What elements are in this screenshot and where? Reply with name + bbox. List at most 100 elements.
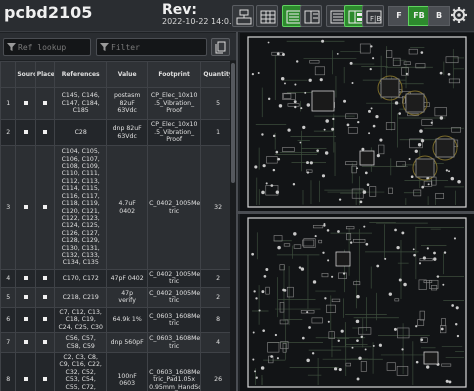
- scrollbar-thumb[interactable]: [231, 63, 235, 183]
- svg-text:F|B: F|B: [370, 15, 381, 23]
- back-layer-button[interactable]: [300, 5, 322, 27]
- footprint-cell: CP_Elec_10x10 .5_Vibration_ Proof: [147, 119, 202, 146]
- sourced-checkbox[interactable]: [15, 332, 36, 354]
- value-cell: postasm 82uF 63Vdc: [106, 87, 149, 120]
- references-cell: C56, C57, C58, C59: [54, 332, 108, 354]
- placed-checkbox[interactable]: [34, 332, 56, 354]
- checkbox[interactable]: [23, 101, 28, 105]
- row-index: 2: [0, 119, 17, 146]
- table-row[interactable]: 6 C7, C12, C13, C18, C19, C24, C25, C30 64…: [0, 306, 236, 334]
- back-layer-icon: [304, 10, 320, 24]
- checkbox[interactable]: [42, 340, 47, 345]
- checkbox[interactable]: [42, 317, 47, 322]
- page-title: pcbd2105: [4, 3, 93, 22]
- checkbox[interactable]: [23, 130, 28, 134]
- grid-mode-button[interactable]: [256, 5, 278, 27]
- references-cell: C145, C146, C147, C184, C185: [54, 87, 108, 120]
- revision-label: Rev:: [162, 2, 197, 18]
- row-index: 6: [0, 306, 17, 334]
- value-cell: 100nF 0603: [106, 352, 149, 391]
- layer-both-toggle[interactable]: FB: [408, 6, 430, 26]
- checkbox[interactable]: [23, 205, 28, 209]
- col-header-sourced[interactable]: Sourced: [15, 61, 36, 88]
- pcb-back-canvas[interactable]: [240, 214, 474, 391]
- layer-back-toggle[interactable]: B: [428, 6, 450, 26]
- row-index: 4: [0, 269, 17, 288]
- filter-row: [0, 33, 236, 60]
- row-index: 8: [0, 352, 17, 391]
- placed-checkbox[interactable]: [34, 352, 56, 391]
- value-cell: 47p verify: [106, 286, 149, 308]
- placed-checkbox[interactable]: [34, 87, 56, 120]
- value-cell: 4.7uF 0402: [106, 145, 149, 270]
- table-row[interactable]: 7 C56, C57, C58, C59 dnp 560pF C_0603_1608M…: [0, 332, 236, 354]
- sourced-checkbox[interactable]: [15, 306, 36, 334]
- split-fb-button[interactable]: F|B: [362, 5, 384, 27]
- table-row[interactable]: 8 C2, C3, C8, C9, C16, C22, C32, C52, C53…: [0, 352, 236, 391]
- col-header-value[interactable]: Value: [106, 61, 149, 88]
- placed-checkbox[interactable]: [34, 145, 56, 270]
- footprint-cell: C_0603_1608Me tric: [147, 306, 202, 334]
- pcb-front-canvas[interactable]: [240, 33, 474, 211]
- sourced-checkbox[interactable]: [15, 145, 36, 270]
- bom-table: Sourced Placed References Value Footprin…: [0, 61, 236, 391]
- placed-checkbox[interactable]: [34, 269, 56, 288]
- checkbox[interactable]: [42, 275, 47, 280]
- footprint-cell: C_0603_1608Me tric_Pad1.05x 0.95mm_HandS…: [147, 352, 202, 391]
- value-cell: dnp 560pF: [106, 332, 149, 354]
- references-cell: C28: [54, 119, 108, 146]
- footprint-cell: CP_Elec_10x10 .5_Vibration_ Proof: [147, 87, 202, 120]
- table-row[interactable]: 2 C28 dnp 82uF 63Vdc CP_Elec_10x10 .5_Vibra…: [0, 119, 236, 146]
- references-cell: C218, C219: [54, 286, 108, 308]
- pcb-back-view[interactable]: [240, 214, 474, 391]
- settings-icon: [451, 7, 467, 23]
- sourced-checkbox[interactable]: [15, 119, 36, 146]
- checkbox[interactable]: [23, 317, 28, 322]
- footprint-cell: C_0402_1005Me tric: [147, 269, 202, 288]
- checkbox[interactable]: [42, 377, 47, 382]
- sourced-checkbox[interactable]: [15, 87, 36, 120]
- split-fb-icon: F|B: [366, 10, 382, 24]
- layer-front-toggle[interactable]: F: [388, 6, 410, 26]
- checkbox[interactable]: [42, 294, 47, 299]
- sourced-checkbox[interactable]: [15, 269, 36, 288]
- placed-checkbox[interactable]: [34, 286, 56, 308]
- table-row[interactable]: 1 C145, C146, C147, C184, C185 postasm 82u…: [0, 87, 236, 120]
- checkbox[interactable]: [42, 130, 47, 134]
- value-cell: 64.9k 1%: [106, 306, 149, 334]
- copy-button[interactable]: [211, 38, 230, 56]
- table-row[interactable]: 5 C218, C219 47p verify C_0402_1005Me tric 2: [0, 286, 236, 308]
- ref-lookup-input[interactable]: [18, 41, 88, 53]
- checkbox[interactable]: [42, 205, 47, 209]
- checkbox[interactable]: [23, 294, 28, 299]
- checkbox[interactable]: [23, 340, 28, 345]
- table-row[interactable]: 4 C170, C172 47pF 0402 C_0402_1005Me tric 2: [0, 269, 236, 288]
- settings-button[interactable]: [450, 5, 472, 27]
- filter-box: [96, 38, 207, 56]
- sourced-checkbox[interactable]: [15, 286, 36, 308]
- row-index: 7: [0, 332, 17, 354]
- placed-checkbox[interactable]: [34, 306, 56, 334]
- placed-checkbox[interactable]: [34, 119, 56, 146]
- col-header-placed[interactable]: Placed: [34, 61, 56, 88]
- value-cell: 47pF 0402: [106, 269, 149, 288]
- pcb-front-view[interactable]: [240, 33, 474, 211]
- checkbox[interactable]: [23, 275, 28, 280]
- filter-icon: [7, 43, 16, 51]
- filter-input[interactable]: [111, 41, 181, 53]
- sourced-checkbox[interactable]: [15, 352, 36, 391]
- copy-icon: [215, 41, 226, 54]
- bom-table-container: Sourced Placed References Value Footprin…: [0, 61, 236, 391]
- col-header-references[interactable]: References: [54, 61, 108, 88]
- checkbox[interactable]: [42, 101, 47, 105]
- references-cell: C104, C105, C106, C107, C108, C109, C110…: [54, 145, 108, 270]
- filter-icon: [100, 43, 109, 51]
- col-header-footprint[interactable]: Footprint: [147, 61, 202, 88]
- bom-mode-button[interactable]: [232, 5, 254, 27]
- top-bar: pcbd2105 Rev: 2022-10-22 14:0... F|B F F…: [0, 0, 474, 32]
- footprint-cell: C_0402_1005Me tric: [147, 286, 202, 308]
- table-row[interactable]: 3 C104, C105, C106, C107, C108, C109, C11…: [0, 145, 236, 270]
- references-cell: C2, C3, C8, C9, C16, C22, C32, C52, C53,…: [54, 352, 108, 391]
- value-cell: dnp 82uF 63Vdc: [106, 119, 149, 146]
- checkbox[interactable]: [23, 377, 28, 382]
